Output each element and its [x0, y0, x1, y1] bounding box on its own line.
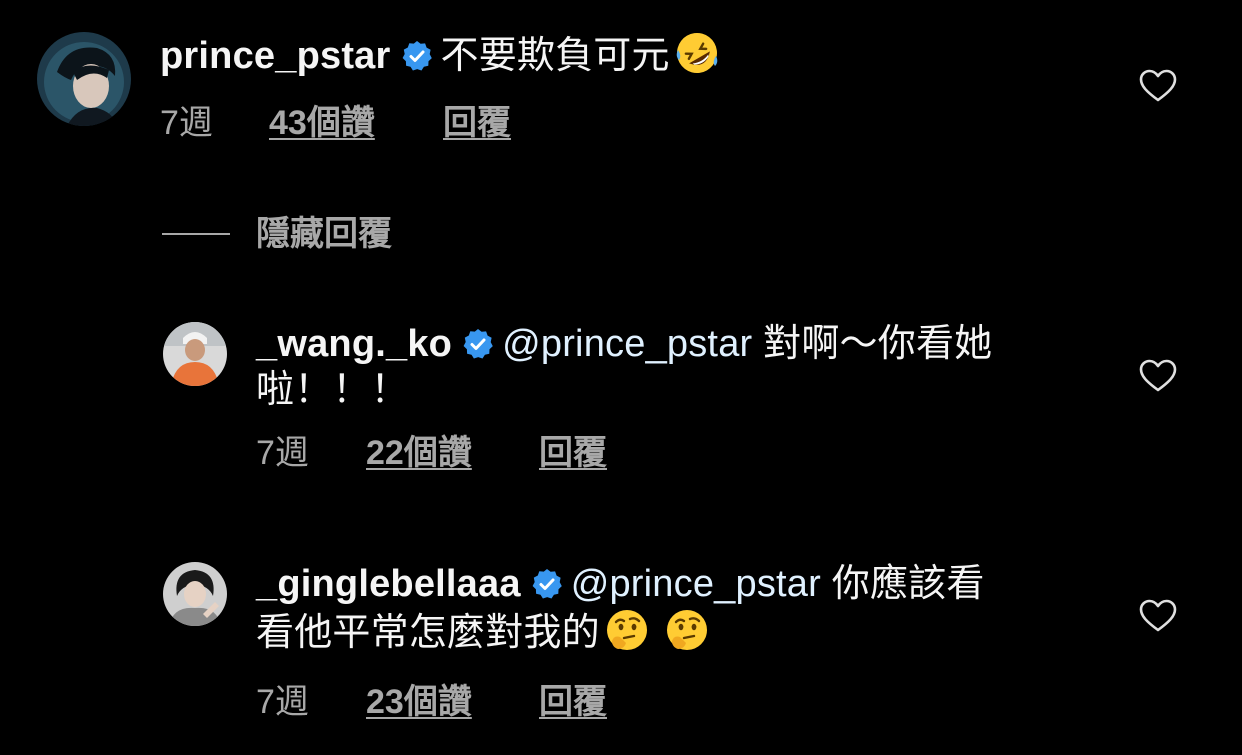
avatar[interactable] — [163, 322, 227, 386]
likes-count-button[interactable]: 23個讚 — [366, 682, 472, 722]
reply-button[interactable]: 回覆 — [443, 103, 511, 143]
comment-text: 對啊～你看她 — [763, 323, 993, 365]
mention-link[interactable]: @prince_pstar — [571, 563, 821, 605]
reply-button[interactable]: 回覆 — [539, 682, 607, 722]
comment-body: prince_pstar 不要欺負可元 — [160, 30, 720, 79]
verified-badge-icon — [531, 568, 563, 600]
likes-count-button[interactable]: 43個讚 — [269, 103, 375, 143]
like-heart-icon[interactable] — [1139, 599, 1177, 633]
comment-text: 你應該看 — [831, 563, 985, 605]
avatar[interactable] — [37, 32, 131, 126]
comment-body: _wang._ko @prince_pstar 對啊～你看她 啦！！！ — [256, 321, 1076, 413]
verified-badge-icon — [462, 328, 494, 360]
username[interactable]: _ginglebellaaa — [256, 563, 521, 605]
username[interactable]: prince_pstar — [160, 35, 391, 77]
reply-ginglebellaaa: _ginglebellaaa @prince_pstar 你應該看 看他平常怎麼對… — [0, 540, 1242, 755]
thinking-face-emoji-icon — [664, 607, 710, 653]
divider-line — [162, 233, 230, 235]
reply-wang-ko: _wang._ko @prince_pstar 對啊～你看她 啦！！！ 7週 22… — [0, 300, 1242, 480]
comment-text: 不要欺負可元 — [440, 35, 670, 77]
hide-replies-label: 隱藏回覆 — [256, 215, 392, 253]
like-heart-icon[interactable] — [1139, 359, 1177, 393]
like-heart-icon[interactable] — [1139, 69, 1177, 103]
rolling-on-floor-laughing-emoji-icon — [674, 30, 720, 76]
timestamp: 7週 — [160, 104, 213, 142]
timestamp: 7週 — [256, 434, 309, 472]
comment-prince-pstar: prince_pstar 不要欺負可元 7週 43個讚 回覆 — [0, 0, 1242, 180]
avatar[interactable] — [163, 562, 227, 626]
username[interactable]: _wang._ko — [256, 323, 452, 365]
comment-text-continued: 看他平常怎麼對我的 — [256, 612, 600, 654]
timestamp: 7週 — [256, 683, 309, 721]
thinking-face-emoji-icon — [604, 607, 650, 653]
reply-button[interactable]: 回覆 — [539, 433, 607, 473]
comment-text-continued: 啦！！！ — [256, 369, 409, 411]
mention-link[interactable]: @prince_pstar — [502, 323, 752, 365]
likes-count-button[interactable]: 22個讚 — [366, 433, 472, 473]
verified-badge-icon — [401, 40, 433, 72]
comment-body: _ginglebellaaa @prince_pstar 你應該看 看他平常怎麼對… — [256, 561, 1076, 656]
